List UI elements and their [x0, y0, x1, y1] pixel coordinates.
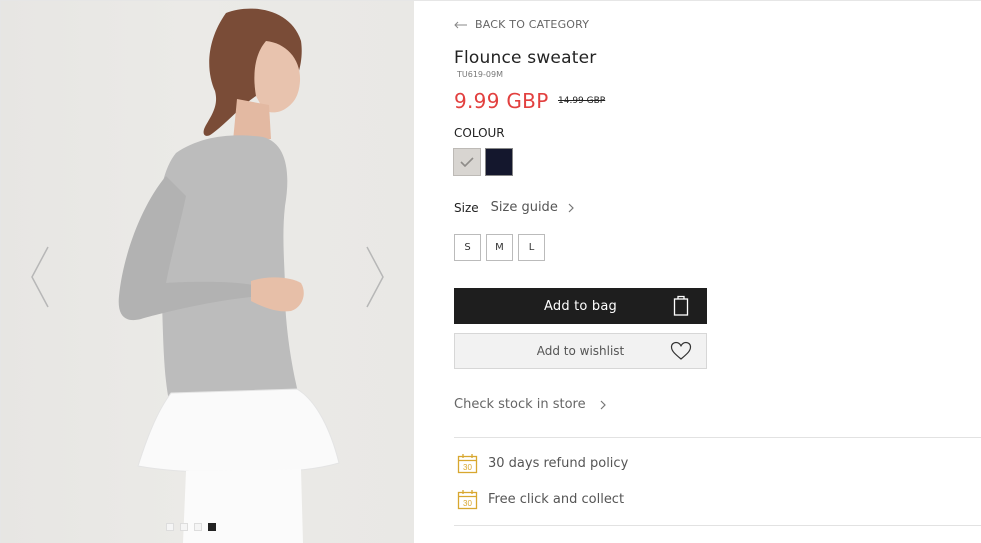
- size-option-s[interactable]: S: [454, 234, 481, 261]
- colour-swatch-navy[interactable]: [485, 148, 513, 176]
- calendar-30-icon: 30: [457, 490, 478, 510]
- gallery-dot[interactable]: [180, 523, 188, 531]
- previous-image-button[interactable]: [28, 244, 52, 310]
- arrow-left-icon: [454, 21, 467, 28]
- product-page: BACK TO CATEGORY Flounce sweater TU619-0…: [0, 0, 981, 543]
- add-to-bag-button[interactable]: Add to bag: [454, 288, 707, 324]
- product-title: Flounce sweater: [454, 48, 597, 68]
- shopping-bag-icon: [673, 295, 689, 316]
- add-to-wishlist-label: Add to wishlist: [536, 344, 625, 358]
- size-option-m[interactable]: M: [486, 234, 513, 261]
- back-to-category-label: BACK TO CATEGORY: [475, 18, 590, 31]
- benefit-click-and-collect: 30 Free click and collect: [457, 489, 624, 510]
- calendar-badge: 30: [463, 499, 472, 508]
- size-label: Size: [454, 200, 479, 215]
- next-image-button[interactable]: [363, 244, 387, 310]
- gallery-dot-active[interactable]: [208, 523, 216, 531]
- size-guide-link[interactable]: Size guide: [491, 200, 558, 215]
- benefit-refund-policy: 30 30 days refund policy: [457, 453, 628, 474]
- heart-icon: [670, 341, 692, 360]
- divider: [454, 437, 981, 438]
- product-sku: TU619-09M: [457, 70, 503, 79]
- checkmark-icon: [460, 157, 474, 167]
- check-stock-link[interactable]: Check stock in store: [454, 397, 606, 412]
- calendar-30-icon: 30: [457, 454, 478, 474]
- size-row: Size Size guide: [454, 200, 574, 215]
- product-image-gallery[interactable]: [1, 1, 414, 543]
- chevron-left-icon: [31, 246, 49, 308]
- benefit-text: 30 days refund policy: [488, 456, 629, 471]
- gallery-pagination: [166, 523, 216, 531]
- colour-swatch-grey[interactable]: [453, 148, 481, 176]
- colour-label: COLOUR: [454, 126, 505, 140]
- add-to-bag-label: Add to bag: [544, 298, 617, 314]
- chevron-right-icon: [568, 203, 574, 213]
- check-stock-label: Check stock in store: [454, 397, 586, 412]
- old-price: 14.99 GBP: [558, 96, 606, 106]
- size-option-l[interactable]: L: [518, 234, 545, 261]
- gallery-dot[interactable]: [194, 523, 202, 531]
- chevron-right-icon: [600, 400, 606, 410]
- product-info-panel: BACK TO CATEGORY Flounce sweater TU619-0…: [453, 0, 981, 543]
- divider: [454, 525, 981, 526]
- chevron-right-icon: [366, 246, 384, 308]
- product-photo: [118, 8, 340, 543]
- calendar-badge: 30: [463, 463, 472, 472]
- current-price: 9.99 GBP: [454, 89, 549, 113]
- add-to-wishlist-button[interactable]: Add to wishlist: [454, 333, 707, 369]
- gallery-dot[interactable]: [166, 523, 174, 531]
- benefit-text: Free click and collect: [488, 492, 625, 507]
- size-options: S M L: [454, 234, 545, 261]
- back-to-category-link[interactable]: BACK TO CATEGORY: [454, 18, 589, 31]
